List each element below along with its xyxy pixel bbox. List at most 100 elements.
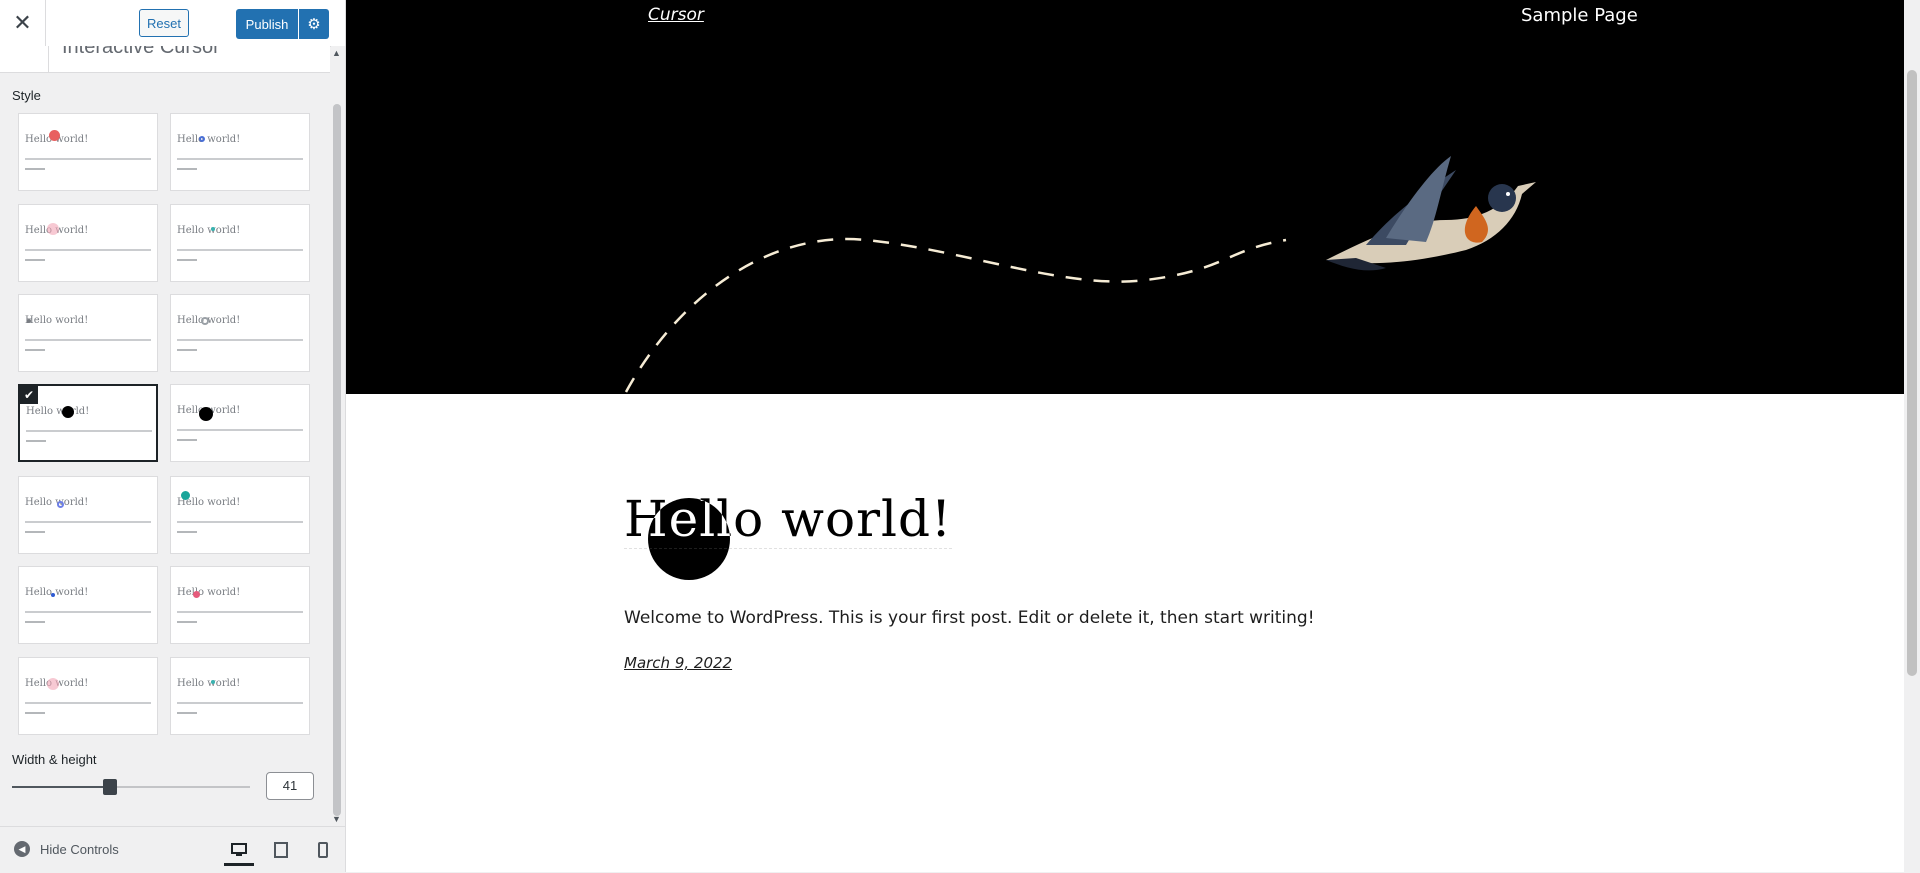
cursor-preview-icon [27, 319, 31, 323]
style-option-teal-dots[interactable]: Hello world! [170, 476, 310, 554]
thumb-date-line [25, 712, 45, 714]
thumb-title: Hello world! [177, 587, 241, 598]
customizer-header: ✕ Reset Publish ⚙ [0, 0, 345, 47]
reset-button[interactable]: Reset [139, 9, 189, 37]
cursor-preview-icon [199, 407, 213, 421]
thumb-excerpt-line [177, 521, 303, 523]
cursor-preview-icon [193, 591, 200, 598]
collapse-arrow-icon: ◀ [14, 841, 30, 857]
post-excerpt: Welcome to WordPress. This is your first… [624, 608, 1315, 628]
size-slider-fill [12, 786, 110, 788]
thumb-excerpt-line [25, 611, 151, 613]
hero-banner: Cursor Sample Page [346, 0, 1904, 394]
hide-controls-button[interactable]: ◀ Hide Controls [14, 841, 119, 857]
nav-item-sample-page[interactable]: Sample Page [1521, 5, 1638, 26]
style-option-blue-ring[interactable]: Hello world! [170, 113, 310, 191]
thumb-date-line [25, 168, 45, 170]
bird-illustration [624, 156, 1536, 393]
thumb-date-line [25, 349, 45, 351]
hide-controls-label: Hide Controls [40, 841, 119, 857]
style-option-pink-flower[interactable]: Hello world! [18, 204, 158, 282]
thumb-excerpt-line [177, 249, 303, 251]
publish-button[interactable]: Publish [236, 9, 298, 39]
thumb-date-line [177, 621, 197, 623]
sidebar-scroll-thumb[interactable] [333, 104, 341, 816]
thumb-date-line [26, 440, 46, 442]
back-button[interactable] [0, 46, 49, 72]
site-title[interactable]: Cursor [648, 5, 704, 25]
thumb-title: Hello world! [26, 406, 90, 417]
post-title-wrap: Hello world! [624, 490, 953, 580]
close-button[interactable]: ✕ [0, 0, 46, 46]
thumb-date-line [25, 259, 45, 261]
cursor-preview-icon [211, 680, 215, 684]
cursor-preview-icon [181, 491, 190, 500]
mobile-icon [318, 842, 328, 858]
cursor-preview-icon [47, 223, 59, 235]
cursor-preview-icon [47, 678, 59, 690]
post-date[interactable]: March 9, 2022 [624, 654, 732, 672]
publish-settings-button[interactable]: ⚙ [299, 9, 329, 39]
thumb-date-line [177, 531, 197, 533]
thumb-title: Hello world! [25, 587, 89, 598]
size-input[interactable]: 41 [266, 772, 314, 800]
thumb-excerpt-line [25, 521, 151, 523]
thumb-date-line [25, 531, 45, 533]
size-slider-handle[interactable] [102, 779, 117, 795]
thumb-date-line [177, 259, 197, 261]
scroll-up-arrow-icon[interactable]: ▲ [332, 48, 341, 58]
section-header: Interactive Cursor [0, 46, 330, 73]
thumb-excerpt-line [25, 249, 151, 251]
thumb-date-line [177, 439, 197, 441]
style-option-black-dot-large[interactable]: Hello world! [170, 384, 310, 462]
thumb-excerpt-line [177, 429, 303, 431]
style-option-red-dot[interactable]: Hello world! [18, 113, 158, 191]
tablet-icon [274, 842, 288, 858]
style-option-black-dot[interactable]: Hello world! ✔ [18, 384, 158, 462]
thumb-excerpt-line [25, 339, 151, 341]
style-option-teal-text[interactable]: Hello world! [170, 204, 310, 282]
style-option-caret[interactable]: Hello world! [18, 294, 158, 372]
device-tablet-button[interactable] [266, 837, 296, 863]
style-option-pink-dot[interactable]: Hello world! [170, 566, 310, 644]
cursor-preview-icon [57, 501, 64, 508]
thumb-date-line [177, 168, 197, 170]
thumb-excerpt-line [177, 611, 303, 613]
thumb-date-line [25, 621, 45, 623]
style-option-blue-ring-small[interactable]: Hello world! [18, 476, 158, 554]
preview-scroll-thumb[interactable] [1907, 70, 1917, 676]
style-option-pink-flower-2[interactable]: Hello world! [18, 657, 158, 735]
bird-icon [1326, 156, 1536, 271]
site-preview: Cursor Sample Page Hello world! Welcome … [346, 0, 1920, 872]
thumb-title: Hello world! [177, 678, 241, 689]
width-height-label: Width & height [12, 752, 97, 767]
thumb-date-line [177, 712, 197, 714]
post-title[interactable]: Hello world! [624, 490, 953, 549]
thumb-title: Hello world! [25, 315, 89, 326]
style-option-blue-dot[interactable]: Hello world! [18, 566, 158, 644]
cursor-preview-icon [199, 136, 205, 142]
device-mobile-button[interactable] [308, 837, 338, 863]
cursor-preview-icon [49, 130, 60, 141]
scroll-down-arrow-icon[interactable]: ▼ [332, 814, 341, 824]
style-label: Style [12, 88, 41, 103]
post: Hello world! Welcome to WordPress. This … [624, 490, 1524, 672]
thumb-title: Hello world! [177, 134, 241, 145]
checkmark-icon: ✔ [20, 386, 38, 404]
thumb-excerpt-line [25, 702, 151, 704]
thumb-title: Hello world! [177, 225, 241, 236]
desktop-icon [231, 843, 247, 856]
thumb-excerpt-line [25, 158, 151, 160]
style-option-grey-ring[interactable]: Hello world! [170, 294, 310, 372]
cursor-preview-icon [51, 593, 55, 597]
gear-icon: ⚙ [307, 16, 321, 33]
section-title: Interactive Cursor [62, 46, 220, 58]
device-desktop-button[interactable] [224, 837, 254, 866]
thumb-excerpt-line [26, 430, 152, 432]
style-option-teal-text-2[interactable]: Hello world! [170, 657, 310, 735]
cursor-preview-icon [62, 406, 74, 418]
customizer-footer: ◀ Hide Controls [0, 826, 345, 873]
thumb-date-line [177, 349, 197, 351]
thumb-excerpt-line [177, 158, 303, 160]
customizer-sidebar: ✕ Reset Publish ⚙ Interactive Cursor ▲ ▼… [0, 0, 346, 873]
